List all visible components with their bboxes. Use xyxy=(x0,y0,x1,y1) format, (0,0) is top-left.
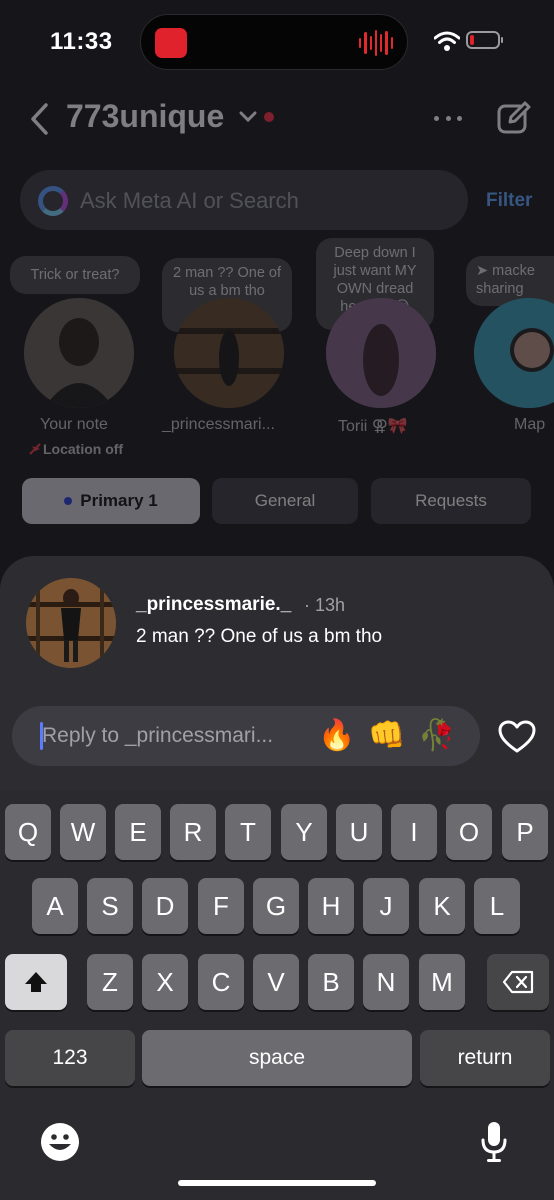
compose-icon[interactable] xyxy=(496,100,532,136)
note-label: _princessmari... xyxy=(162,416,275,433)
note-item[interactable]: ➤ macke sharing Map xyxy=(450,236,554,466)
key-o[interactable]: O xyxy=(446,804,492,860)
delete-key[interactable] xyxy=(487,954,549,1010)
tab-label: Primary 1 xyxy=(80,491,158,510)
meta-ai-icon xyxy=(38,186,68,216)
notification-dot xyxy=(264,112,274,122)
note-item[interactable]: Trick or treat? Your note Location off xyxy=(0,236,150,466)
key-v[interactable]: V xyxy=(253,954,299,1010)
chevron-down-icon[interactable] xyxy=(238,110,258,124)
inbox-tabs: Primary 1 General Requests xyxy=(0,478,554,524)
wilted-rose-reaction-button[interactable]: 🥀 xyxy=(418,718,455,754)
note-label: Torii ⚢🎀 xyxy=(338,418,408,435)
key-r[interactable]: R xyxy=(170,804,216,860)
fire-reaction-button[interactable]: 🔥 xyxy=(318,718,355,754)
key-u[interactable]: U xyxy=(336,804,382,860)
key-y[interactable]: Y xyxy=(281,804,327,860)
dynamic-island[interactable] xyxy=(140,14,408,70)
reply-input[interactable]: Reply to _princessmari... 🔥 👊 🥀 xyxy=(12,706,480,766)
note-item[interactable]: 2 man ?? One of us a bm tho _princessmar… xyxy=(150,236,300,466)
audio-wave-icon xyxy=(359,29,393,57)
account-switcher[interactable]: 773unique xyxy=(66,98,224,135)
location-status: Location off xyxy=(43,441,124,457)
avatar xyxy=(326,298,436,408)
filter-button[interactable]: Filter xyxy=(486,190,532,212)
avatar[interactable] xyxy=(26,578,116,668)
clock: 11:33 xyxy=(50,28,113,55)
key-w[interactable]: W xyxy=(60,804,106,860)
battery-icon xyxy=(466,31,503,49)
screen-record-icon xyxy=(155,28,187,58)
home-indicator[interactable] xyxy=(178,1180,376,1186)
key-h[interactable]: H xyxy=(308,878,354,934)
key-t[interactable]: T xyxy=(225,804,271,860)
heart-icon[interactable] xyxy=(498,720,536,754)
backspace-icon xyxy=(502,970,534,994)
emoji-keyboard-icon[interactable] xyxy=(40,1122,80,1162)
key-m[interactable]: M xyxy=(419,954,465,1010)
key-n[interactable]: N xyxy=(363,954,409,1010)
key-j[interactable]: J xyxy=(363,878,409,934)
shift-arrow-icon xyxy=(25,972,47,992)
key-g[interactable]: G xyxy=(253,878,299,934)
key-x[interactable]: X xyxy=(142,954,188,1010)
key-p[interactable]: P xyxy=(502,804,548,860)
key-f[interactable]: F xyxy=(198,878,244,934)
key-c[interactable]: C xyxy=(198,954,244,1010)
tab-label: Requests xyxy=(415,491,487,510)
avatar xyxy=(174,298,284,408)
avatar xyxy=(24,298,134,408)
space-key[interactable]: space xyxy=(142,1030,412,1086)
reply-timestamp: · 13h xyxy=(304,595,346,615)
key-d[interactable]: D xyxy=(142,878,188,934)
search-row: Ask Meta AI or Search Filter xyxy=(0,168,554,232)
note-item[interactable]: Deep down I just want MY OWN dread head … xyxy=(300,236,450,466)
fist-bump-reaction-button[interactable]: 👊 xyxy=(368,718,405,754)
note-label: Map xyxy=(514,416,546,433)
key-i[interactable]: I xyxy=(391,804,437,860)
note-label: Your note xyxy=(40,416,108,433)
key-k[interactable]: K xyxy=(419,878,465,934)
keyboard: Q W E R T Y U I O P A S D F G H J K L Z … xyxy=(0,790,554,1200)
wifi-icon xyxy=(434,31,460,51)
key-e[interactable]: E xyxy=(115,804,161,860)
unread-dot xyxy=(64,497,73,505)
microphone-icon[interactable] xyxy=(480,1120,508,1164)
tab-label: General xyxy=(254,491,316,510)
status-bar: 11:33 xyxy=(0,0,554,86)
more-options-icon[interactable] xyxy=(434,116,462,124)
map-avatar xyxy=(474,298,554,408)
inbox-header: 773unique xyxy=(0,88,554,152)
key-z[interactable]: Z xyxy=(87,954,133,1010)
tab-primary[interactable]: Primary 1 xyxy=(22,478,200,524)
return-key[interactable]: return xyxy=(420,1030,550,1086)
reply-placeholder: Reply to _princessmari... xyxy=(42,724,274,747)
tab-requests[interactable]: Requests xyxy=(371,478,531,524)
search-placeholder: Ask Meta AI or Search xyxy=(80,188,299,213)
numbers-key[interactable]: 123 xyxy=(5,1030,135,1086)
location-off-icon xyxy=(29,443,41,455)
key-s[interactable]: S xyxy=(87,878,133,934)
key-q[interactable]: Q xyxy=(5,804,51,860)
tab-general[interactable]: General xyxy=(212,478,358,524)
search-input[interactable]: Ask Meta AI or Search xyxy=(20,170,468,230)
reply-username[interactable]: _princessmarie._ xyxy=(136,594,291,616)
key-b[interactable]: B xyxy=(308,954,354,1010)
key-a[interactable]: A xyxy=(32,878,78,934)
note-bubble: Trick or treat? xyxy=(10,256,140,294)
key-l[interactable]: L xyxy=(474,878,520,934)
back-arrow-icon[interactable] xyxy=(28,102,50,136)
notes-row: Trick or treat? Your note Location off 2… xyxy=(0,236,554,466)
note-text: 2 man ?? One of us a bm tho xyxy=(136,626,383,647)
shift-key[interactable] xyxy=(5,954,67,1010)
